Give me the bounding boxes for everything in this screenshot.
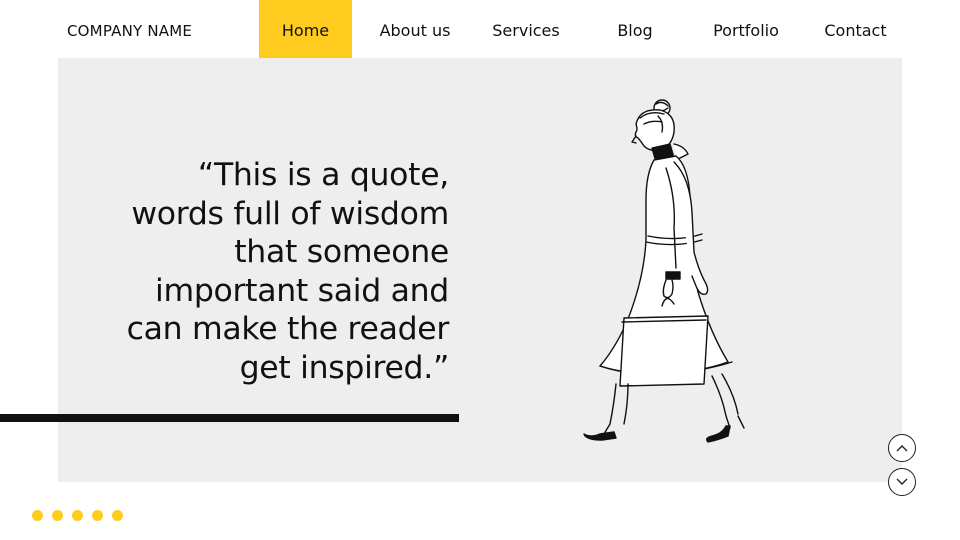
nav-services[interactable]: Services xyxy=(478,0,574,58)
company-name: COMPANY NAME xyxy=(67,22,193,40)
hero-quote: “This is a quote, words full of wisdom t… xyxy=(89,156,450,387)
accent-divider-bar xyxy=(0,414,459,422)
quote-line: words full of wisdom xyxy=(131,195,449,232)
quote-line: can make the reader xyxy=(126,311,450,347)
chevron-up-icon xyxy=(896,445,908,452)
pagination-dot[interactable] xyxy=(112,510,123,521)
quote-line: that someone xyxy=(234,234,449,270)
nav-about-us[interactable]: About us xyxy=(362,0,468,58)
nav-contact[interactable]: Contact xyxy=(808,0,903,58)
woman-walking-illustration xyxy=(570,96,780,452)
pagination-dot[interactable] xyxy=(92,510,103,521)
nav-portfolio[interactable]: Portfolio xyxy=(698,0,794,58)
nav-home[interactable]: Home xyxy=(259,0,352,58)
pagination-dot[interactable] xyxy=(72,510,83,521)
pagination-dot[interactable] xyxy=(52,510,63,521)
scroll-up-button[interactable] xyxy=(888,434,916,462)
main-nav: Home About us Services Blog Portfolio Co… xyxy=(259,0,902,58)
pagination-dots xyxy=(32,510,123,521)
quote-line: get inspired.” xyxy=(239,349,450,386)
scroll-down-button[interactable] xyxy=(888,468,916,496)
pagination-dot[interactable] xyxy=(32,510,43,521)
chevron-down-icon xyxy=(896,478,908,485)
quote-line: important said and xyxy=(155,272,449,309)
quote-line: “This is a quote, xyxy=(197,157,449,193)
nav-blog[interactable]: Blog xyxy=(592,0,678,58)
